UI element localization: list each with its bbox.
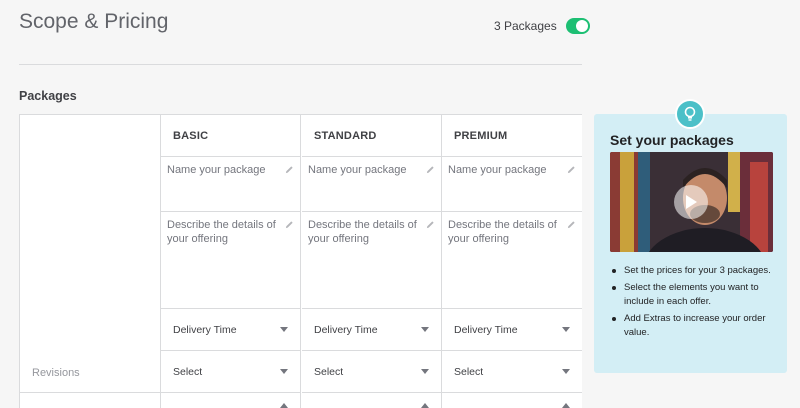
revisions-row-label-cell: Revisions [20, 351, 160, 393]
play-icon [686, 195, 697, 209]
revisions-select[interactable]: Select [161, 351, 300, 393]
tip-list: Set the prices for your 3 packages. Sele… [612, 264, 774, 343]
row-label-column: Revisions [20, 115, 161, 408]
toggle-knob [575, 20, 588, 32]
play-button[interactable] [674, 185, 708, 219]
tip-item: Select the elements you want to include … [612, 281, 774, 309]
package-header: STANDARD [302, 115, 441, 157]
package-name-field[interactable]: Name your package [442, 157, 582, 212]
caret-down-icon [280, 327, 288, 332]
pencil-icon [567, 166, 575, 174]
delivery-time-select[interactable]: Delivery Time [442, 309, 582, 351]
package-name-placeholder: Name your package [167, 164, 266, 176]
packages-toggle-label: 3 Packages [494, 19, 557, 33]
pencil-icon [426, 166, 434, 174]
package-description-placeholder: Describe the details of your offering [308, 219, 417, 245]
revisions-row-label: Revisions [32, 367, 80, 379]
caret-up-icon [280, 403, 288, 408]
package-name-field[interactable]: Name your package [302, 157, 441, 212]
tip-video-thumbnail[interactable] [610, 152, 773, 252]
caret-up-icon [421, 403, 429, 408]
pencil-icon [285, 166, 293, 174]
package-name-placeholder: Name your package [308, 164, 407, 176]
pencil-icon [567, 221, 575, 229]
next-row-select[interactable] [442, 393, 582, 408]
tip-title: Set your packages [610, 132, 734, 148]
package-column-basic: BASIC Name your package Describe the det… [161, 115, 301, 408]
package-column-standard: STANDARD Name your package Describe the … [302, 115, 442, 408]
next-row-select[interactable] [161, 393, 300, 408]
package-description-field[interactable]: Describe the details of your offering [161, 212, 300, 309]
package-title: PREMIUM [454, 130, 508, 142]
revisions-value: Select [173, 366, 203, 378]
revisions-select[interactable]: Select [302, 351, 441, 393]
pencil-icon [426, 221, 434, 229]
packages-toggle-group: 3 Packages [494, 18, 590, 34]
lightbulb-badge [675, 99, 705, 129]
caret-down-icon [280, 369, 288, 374]
packages-tip-panel: Set your packages Set the prices for you… [594, 114, 787, 373]
package-description-field[interactable]: Describe the details of your offering [442, 212, 582, 309]
package-description-placeholder: Describe the details of your offering [167, 219, 276, 245]
delivery-time-select[interactable]: Delivery Time [302, 309, 441, 351]
packages-toggle[interactable] [565, 18, 590, 34]
delivery-time-select[interactable]: Delivery Time [161, 309, 300, 351]
pencil-icon [285, 221, 293, 229]
package-name-placeholder: Name your package [448, 164, 547, 176]
package-column-premium: PREMIUM Name your package Describe the d… [442, 115, 582, 408]
caret-down-icon [562, 327, 570, 332]
package-description-placeholder: Describe the details of your offering [448, 219, 557, 245]
delivery-time-value: Delivery Time [454, 324, 518, 336]
package-name-field[interactable]: Name your package [161, 157, 300, 212]
header-divider [19, 64, 582, 65]
packages-table: Revisions BASIC Name your package Descri… [19, 114, 582, 408]
package-description-field[interactable]: Describe the details of your offering [302, 212, 441, 309]
revisions-value: Select [454, 366, 484, 378]
caret-down-icon [421, 327, 429, 332]
tip-item: Set the prices for your 3 packages. [612, 264, 774, 278]
revisions-value: Select [314, 366, 344, 378]
package-title: STANDARD [314, 130, 377, 142]
revisions-select[interactable]: Select [442, 351, 582, 393]
caret-up-icon [562, 403, 570, 408]
packages-section-label: Packages [19, 89, 77, 103]
delivery-time-value: Delivery Time [314, 324, 378, 336]
package-header: BASIC [161, 115, 300, 157]
tip-item: Add Extras to increase your order value. [612, 312, 774, 340]
next-row-select[interactable] [302, 393, 441, 408]
package-header: PREMIUM [442, 115, 582, 157]
package-title: BASIC [173, 130, 209, 142]
lightbulb-icon [684, 106, 696, 121]
delivery-time-value: Delivery Time [173, 324, 237, 336]
page-title: Scope & Pricing [19, 10, 169, 33]
caret-down-icon [421, 369, 429, 374]
caret-down-icon [562, 369, 570, 374]
